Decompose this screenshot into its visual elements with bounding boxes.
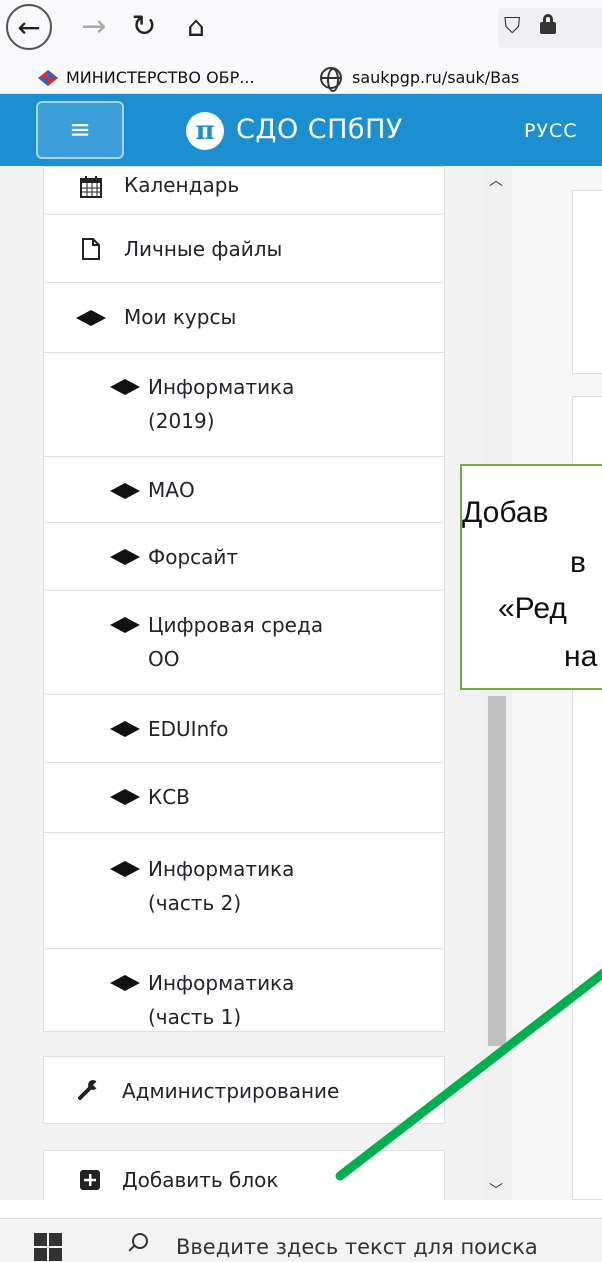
annotation-callout: Добав в «Ред на [460,464,602,690]
graduation-cap-icon [110,615,140,633]
nav-item-administration[interactable]: Администрирование [44,1057,444,1123]
graduation-cap-icon [110,787,140,805]
nav-item-course-informatika-part1[interactable]: Информатика (часть 1) [44,949,444,1045]
language-menu[interactable]: РУСС [524,120,578,142]
hamburger-icon: ≡ [69,115,91,145]
course-title-line2: (2019) [148,409,215,433]
admin-block: Администрирование [43,1056,445,1124]
nav-item-label: МАО [148,478,195,502]
course-title-line1: Информатика [148,971,295,995]
browser-toolbar: ← → ↻ ⌂ ⛉ [0,0,602,62]
course-title-line1: Цифровая среда [148,613,324,637]
content-card [572,190,602,374]
scrollbar-thumb[interactable] [488,696,506,1046]
course-title-line1: Информатика [148,857,295,881]
graduation-cap-icon [110,719,140,737]
nav-item-calendar[interactable]: Календарь [44,167,444,215]
callout-line: в [570,546,586,579]
shield-icon[interactable]: ⛉ [504,14,521,39]
drawer-toggle-button[interactable]: ≡ [36,101,124,159]
nav-item-label: КСВ [148,785,190,809]
nav-item-label: Форсайт [148,545,239,569]
graduation-cap-icon [110,547,140,565]
bookmark-sauk[interactable]: saukpgp.ru/sauk/Bas [352,68,519,87]
bookmarks-bar: МИНИСТЕРСТВО ОБР... saukpgp.ru/sauk/Bas [0,62,602,94]
plus-square-icon [80,1167,100,1199]
nav-item-label: Администрирование [122,1079,340,1103]
nav-item-private-files[interactable]: Личные файлы [44,215,444,283]
nav-drawer: Календарь Личные файлы Мои курсы Информа… [0,166,482,1200]
search-icon[interactable] [132,1233,148,1249]
nav-item-course-digital-env[interactable]: Цифровая среда ОО [44,591,444,695]
site-navbar: ≡ π СДО СПбПУ РУСС [0,94,602,166]
course-title-line2: (часть 1) [148,1005,242,1029]
ministry-favicon-icon [38,70,58,86]
graduation-cap-icon [76,308,106,326]
taskbar-search-input[interactable]: Введите здесь текст для поиска [176,1235,538,1259]
file-icon [82,237,100,269]
nav-item-course-mao[interactable]: МАО [44,457,444,523]
wrench-icon [78,1077,101,1109]
windows-start-icon[interactable] [34,1233,64,1262]
nav-item-label: Мои курсы [124,305,237,329]
nav-item-course-informatika-part2[interactable]: Информатика (часть 2) [44,833,444,949]
nav-item-my-courses[interactable]: Мои курсы [44,283,444,353]
add-block-block: Добавить блок [43,1150,445,1200]
windows-taskbar: Введите здесь текст для поиска [0,1218,602,1262]
nav-item-course-forsait[interactable]: Форсайт [44,523,444,591]
graduation-cap-icon [110,859,140,877]
site-name[interactable]: СДО СПбПУ [236,114,403,145]
globe-icon [320,67,342,92]
callout-line: на [564,640,598,673]
nav-item-course-eduinfo[interactable]: EDUInfo [44,695,444,763]
course-title-line2: (часть 2) [148,891,242,915]
forward-arrow-icon[interactable]: → [74,6,114,46]
lock-icon[interactable] [540,14,556,34]
nav-item-course-ksv[interactable]: КСВ [44,763,444,833]
graduation-cap-icon [110,481,140,499]
graduation-cap-icon [110,973,140,991]
reload-icon[interactable]: ↻ [124,6,164,46]
nav-item-label: EDUInfo [148,717,229,741]
nav-item-label: Календарь [124,173,240,197]
calendar-icon [80,175,102,207]
back-arrow-icon[interactable]: ← [6,4,52,50]
add-block-button[interactable]: Добавить блок [44,1151,444,1201]
bookmark-ministry[interactable]: МИНИСТЕРСТВО ОБР... [66,68,255,87]
course-title-line1: Информатика [148,375,295,399]
course-title-line2: ОО [148,647,180,671]
home-icon[interactable]: ⌂ [176,6,216,46]
nav-list: Календарь Личные файлы Мои курсы Информа… [43,166,445,1032]
graduation-cap-icon [110,377,140,395]
nav-item-course-informatika-2019[interactable]: Информатика (2019) [44,353,444,457]
nav-item-label: Личные файлы [124,237,283,261]
scroll-down-icon[interactable]: ﹀ [489,1180,503,1200]
site-logo-icon[interactable]: π [186,112,224,150]
callout-line: «Ред [498,592,567,625]
scroll-up-icon[interactable]: ︿ [489,170,503,190]
callout-line: Добав [462,496,549,529]
nav-item-label: Добавить блок [122,1168,279,1192]
